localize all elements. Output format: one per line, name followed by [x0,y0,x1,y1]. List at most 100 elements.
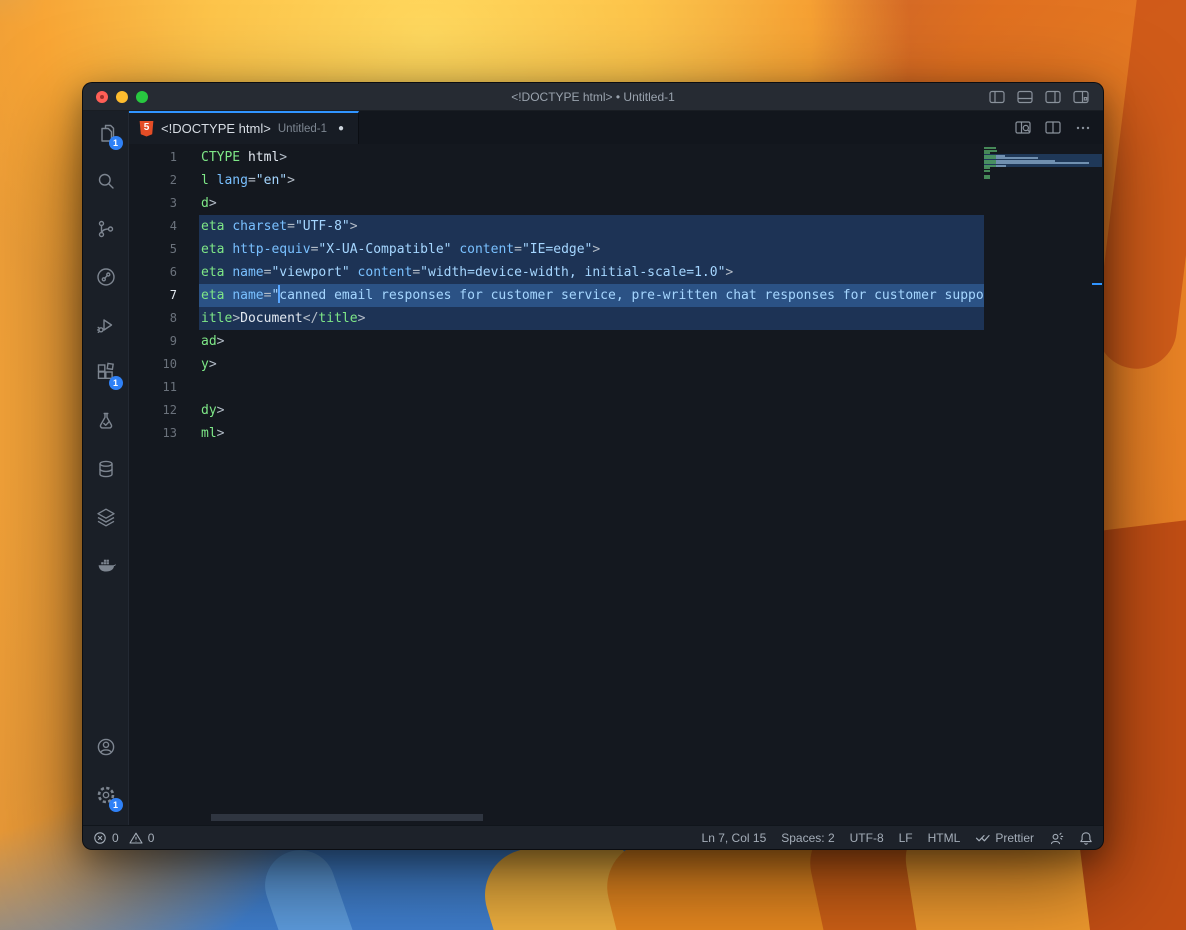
code-text[interactable] [177,376,201,399]
open-preview-icon[interactable] [1015,120,1032,135]
line-number[interactable]: 10 [129,353,177,376]
line-number[interactable]: 1 [129,146,177,169]
line-number[interactable]: 6 [129,261,177,284]
code-line[interactable]: 7eta name="canned email responses for cu… [129,284,984,307]
tab-doctype-html[interactable]: 5 <!DOCTYPE html> Untitled-1 ● [129,111,359,144]
status-bar: 0 0 Ln 7, Col 15 Spaces: 2 UTF-8 LF HTML… [83,825,1103,849]
code-text[interactable]: ad> [177,330,224,353]
explorer-badge: 1 [109,136,123,150]
wallpaper-stripe [256,841,407,930]
minimize-button[interactable] [116,91,128,103]
code-text[interactable]: y> [177,353,217,376]
code-text[interactable]: d> [177,192,217,215]
code-text[interactable]: eta http-equiv="X-UA-Compatible" content… [177,238,600,261]
modified-dot-icon[interactable]: ● [338,123,344,134]
code-editor[interactable]: 1CTYPE html>2l lang="en">3d>4eta charset… [129,144,984,825]
account-icon[interactable] [92,733,120,761]
tab-label: <!DOCTYPE html> [161,121,271,136]
minimap-lines [984,147,1103,179]
layers-icon[interactable] [92,503,120,531]
settings-badge: 1 [109,798,123,812]
explorer-icon[interactable]: 1 [92,119,120,147]
error-count: 0 [112,831,119,845]
testing-icon[interactable] [92,407,120,435]
search-icon[interactable] [92,167,120,195]
eol-sequence[interactable]: LF [899,831,913,845]
code-text[interactable]: CTYPE html> [177,146,287,169]
toggle-primary-sidebar-icon[interactable] [989,90,1005,104]
code-text[interactable]: ml> [177,422,224,445]
minimap-line [984,177,990,179]
formatter-status[interactable]: Prettier [975,831,1034,845]
database-icon[interactable] [92,455,120,483]
code-line[interactable]: 3d> [129,192,984,215]
code-text[interactable]: dy> [177,399,224,422]
docker-icon[interactable] [92,551,120,579]
language-mode[interactable]: HTML [928,831,961,845]
extensions-icon[interactable]: 1 [92,359,120,387]
toggle-secondary-sidebar-icon[interactable] [1045,90,1061,104]
code-line[interactable]: 8itle>Document</title> [129,307,984,330]
code-text[interactable]: itle>Document</title> [177,307,365,330]
horizontal-scrollbar[interactable] [211,814,483,821]
overview-ruler-cursor [1092,283,1102,285]
cursor-position[interactable]: Ln 7, Col 15 [702,831,767,845]
code-line[interactable]: 12dy> [129,399,984,422]
run-and-debug-icon[interactable] [92,311,120,339]
line-number[interactable]: 2 [129,169,177,192]
warning-count: 0 [148,831,155,845]
warning-icon [129,831,143,845]
minimap-line [984,172,1103,174]
code-line[interactable]: 5eta http-equiv="X-UA-Compatible" conten… [129,238,984,261]
code-text[interactable]: eta charset="UTF-8"> [177,215,358,238]
customize-layout-icon[interactable] [1073,90,1089,104]
line-number[interactable]: 9 [129,330,177,353]
toggle-panel-icon[interactable] [1017,90,1033,104]
problems-indicator[interactable]: 0 0 [93,831,154,845]
code-text[interactable]: eta name="canned email responses for cus… [177,284,984,307]
line-number[interactable]: 11 [129,376,177,399]
code-line[interactable]: 13ml> [129,422,984,445]
source-control-icon[interactable] [92,215,120,243]
feedback-icon[interactable] [1049,831,1064,845]
split-editor-icon[interactable] [1045,120,1062,135]
title-bar[interactable]: <!DOCTYPE html> • Untitled-1 [83,83,1103,111]
code-line[interactable]: 10y> [129,353,984,376]
line-number[interactable]: 12 [129,399,177,422]
code-line[interactable]: 11 [129,376,984,399]
line-number[interactable]: 3 [129,192,177,215]
indentation[interactable]: Spaces: 2 [781,831,834,845]
activity-bar: 1 1 [83,111,129,825]
code-line[interactable]: 6eta name="viewport" content="width=devi… [129,261,984,284]
encoding[interactable]: UTF-8 [850,831,884,845]
more-actions-icon[interactable] [1075,120,1091,135]
vscode-window: <!DOCTYPE html> • Untitled-1 [82,82,1104,850]
wallpaper-stripe [1092,0,1186,373]
line-number[interactable]: 8 [129,307,177,330]
line-number[interactable]: 13 [129,422,177,445]
code-line[interactable]: 1CTYPE html> [129,146,984,169]
code-text[interactable]: l lang="en"> [177,169,295,192]
zoom-button[interactable] [136,91,148,103]
window-title: <!DOCTYPE html> • Untitled-1 [511,90,675,104]
code-line[interactable]: 4eta charset="UTF-8"> [129,215,984,238]
line-number[interactable]: 7 [129,284,177,307]
tab-detail: Untitled-1 [278,123,327,135]
error-icon [93,831,107,845]
code-text[interactable]: eta name="viewport" content="width=devic… [177,261,733,284]
code-line[interactable]: 9ad> [129,330,984,353]
desktop: <!DOCTYPE html> • Untitled-1 [0,0,1186,930]
notifications-bell-icon[interactable] [1079,831,1093,845]
settings-gear-icon[interactable]: 1 [92,781,120,809]
code-line[interactable]: 2l lang="en"> [129,169,984,192]
tab-bar: 5 <!DOCTYPE html> Untitled-1 ● [129,111,1103,144]
code-lines: 1CTYPE html>2l lang="en">3d>4eta charset… [129,146,984,445]
close-button[interactable] [96,91,108,103]
window-controls [96,91,148,103]
minimap[interactable] [984,144,1103,825]
line-number[interactable]: 4 [129,215,177,238]
html5-file-icon: 5 [139,121,154,137]
line-number[interactable]: 5 [129,238,177,261]
git-graph-icon[interactable] [92,263,120,291]
extensions-badge: 1 [109,376,123,390]
